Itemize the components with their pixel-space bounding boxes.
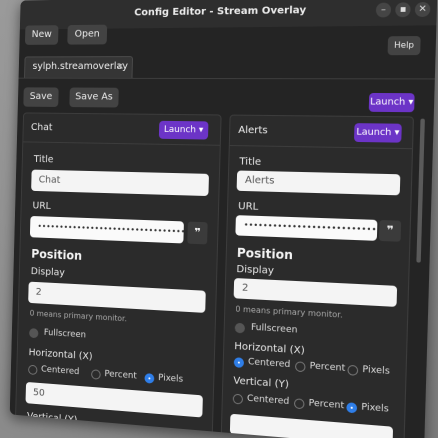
chat-display-hint: 0 means primary monitor. bbox=[30, 309, 127, 324]
close-tab-icon[interactable]: × bbox=[116, 57, 125, 77]
alerts-position-heading: Position bbox=[237, 246, 293, 263]
chat-url-input[interactable]: •••••••••••••••••••••••••••••••••••• bbox=[30, 216, 184, 243]
chat-h-centered-label: Centered bbox=[41, 365, 80, 378]
maximize-icon[interactable]: ▪ bbox=[395, 2, 411, 17]
eye-icon[interactable]: ❞ bbox=[187, 222, 207, 245]
chat-launch-button[interactable]: Launch ▾ bbox=[159, 121, 209, 140]
alerts-h-centered-label: Centered bbox=[248, 357, 291, 370]
chat-h-pixels-label: Pixels bbox=[158, 373, 183, 385]
alerts-h-percent-radio[interactable] bbox=[295, 361, 306, 372]
save-button[interactable]: Save bbox=[23, 87, 58, 107]
new-button[interactable]: New bbox=[25, 25, 59, 45]
chat-panel-title: Chat bbox=[31, 122, 53, 133]
close-icon[interactable]: ✕ bbox=[415, 2, 431, 17]
tab-label: sylph.streamoverlay bbox=[32, 61, 128, 72]
open-button[interactable]: Open bbox=[67, 25, 107, 45]
alerts-launch-button[interactable]: Launch ▾ bbox=[354, 123, 402, 143]
alerts-h-centered-radio[interactable] bbox=[234, 357, 244, 368]
alerts-display-hint: 0 means primary monitor. bbox=[235, 304, 343, 319]
chat-url-label: URL bbox=[32, 201, 51, 212]
chat-fullscreen-label: Fullscreen bbox=[44, 328, 86, 340]
alerts-url-label: URL bbox=[238, 201, 258, 213]
alerts-fullscreen-label: Fullscreen bbox=[251, 323, 298, 336]
vertical-scrollbar[interactable] bbox=[416, 119, 425, 263]
chat-position-heading: Position bbox=[31, 247, 82, 263]
chat-fullscreen-toggle[interactable] bbox=[29, 328, 38, 338]
alerts-v-centered-radio[interactable] bbox=[233, 394, 243, 405]
window-title: Config Editor - Stream Overlay bbox=[20, 3, 437, 20]
alerts-display-input[interactable]: 2 bbox=[234, 278, 398, 307]
chat-h-percent-label: Percent bbox=[104, 369, 137, 381]
chat-h-centered-radio[interactable] bbox=[28, 365, 37, 375]
eye-icon[interactable]: ❞ bbox=[379, 220, 401, 242]
chat-h-pixels-radio[interactable] bbox=[144, 373, 154, 384]
chat-panel: Chat Launch ▾ Title Chat URL •••••••••••… bbox=[15, 112, 222, 437]
alerts-panel-title: Alerts bbox=[238, 125, 268, 137]
alerts-horizontal-label: Horizontal (X) bbox=[234, 341, 305, 357]
alerts-url-input[interactable]: •••••••••••••••••••••••••••••••• bbox=[235, 215, 377, 241]
alerts-fullscreen-toggle[interactable] bbox=[235, 323, 245, 334]
alerts-vertical-input[interactable] bbox=[230, 414, 393, 438]
alerts-v-percent-radio[interactable] bbox=[294, 398, 305, 409]
tab-divider bbox=[19, 78, 435, 80]
minimize-icon[interactable]: – bbox=[376, 3, 392, 18]
chat-title-input[interactable]: Chat bbox=[31, 170, 209, 196]
alerts-v-centered-label: Centered bbox=[247, 394, 290, 407]
chat-panel-header: Chat Launch ▾ bbox=[23, 113, 220, 145]
app-window: Config Editor - Stream Overlay – ▪ ✕ New… bbox=[10, 0, 438, 438]
alerts-panel: Alerts Launch ▾ Title Alerts URL •••••••… bbox=[221, 115, 414, 438]
chat-vertical-label: Vertical (Y) bbox=[27, 411, 78, 426]
alerts-h-pixels-label: Pixels bbox=[362, 365, 390, 377]
alerts-vertical-label: Vertical (Y) bbox=[233, 375, 289, 390]
alerts-v-percent-label: Percent bbox=[308, 398, 344, 411]
chat-display-input[interactable]: 2 bbox=[28, 282, 206, 313]
alerts-display-label: Display bbox=[236, 264, 274, 277]
chat-horizontal-label: Horizontal (X) bbox=[29, 347, 93, 362]
alerts-v-pixels-label: Pixels bbox=[361, 402, 389, 415]
tab-sylph-streamoverlay[interactable]: sylph.streamoverlay × bbox=[24, 56, 133, 78]
help-button[interactable]: Help bbox=[388, 36, 421, 55]
save-as-button[interactable]: Save As bbox=[69, 88, 119, 108]
alerts-title-input[interactable]: Alerts bbox=[237, 170, 401, 195]
alerts-h-pixels-radio[interactable] bbox=[347, 365, 358, 376]
desktop-background: Config Editor - Stream Overlay – ▪ ✕ New… bbox=[0, 0, 438, 438]
alerts-panel-header: Alerts Launch ▾ bbox=[230, 116, 413, 150]
chat-title-label: Title bbox=[34, 154, 54, 165]
chat-h-percent-radio[interactable] bbox=[91, 369, 101, 379]
chat-display-label: Display bbox=[31, 266, 65, 278]
alerts-h-percent-label: Percent bbox=[310, 361, 346, 374]
alerts-title-label: Title bbox=[239, 156, 261, 168]
launch-all-button[interactable]: Launch ▾ bbox=[369, 93, 415, 112]
alerts-v-pixels-radio[interactable] bbox=[346, 402, 357, 413]
